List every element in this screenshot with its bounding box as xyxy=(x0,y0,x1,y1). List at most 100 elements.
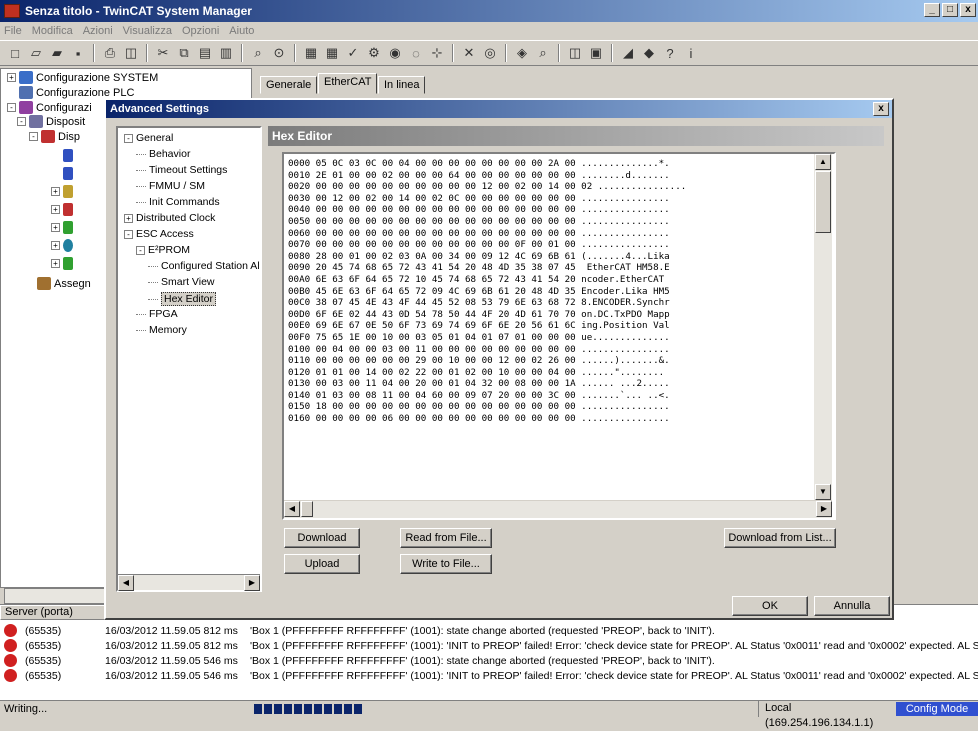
tree-item-mappings[interactable]: Assegn xyxy=(37,277,91,290)
window-title-bar[interactable]: Senza titolo - TwinCAT System Manager _ … xyxy=(0,0,978,22)
hex-line[interactable]: 00C0 38 07 45 4E 43 4F 44 45 52 08 53 79… xyxy=(288,297,686,309)
open-folder-icon[interactable]: ▰ xyxy=(48,44,66,62)
hex-line[interactable]: 0070 00 00 00 00 00 00 00 00 00 00 00 00… xyxy=(288,239,686,251)
log-row[interactable]: (65535) 16/03/2012 11.59.05 812 ms 'Box 1 … xyxy=(0,638,978,653)
hex-line[interactable]: 0040 00 00 00 00 00 00 00 00 00 00 00 00… xyxy=(288,204,686,216)
settings-tree-item[interactable]: Behavior xyxy=(136,148,190,160)
tree-item-box[interactable]: + xyxy=(51,239,76,252)
scroll-left-icon[interactable]: ◀ xyxy=(284,501,300,517)
tree-item-image[interactable] xyxy=(63,149,76,162)
tree-expander[interactable]: - xyxy=(17,117,26,126)
tab-general[interactable]: Generale xyxy=(260,76,318,94)
tree-item-outputs[interactable]: + xyxy=(51,203,76,216)
scroll-left-icon[interactable]: ◀ xyxy=(118,575,134,591)
print-icon[interactable]: ⎙ xyxy=(101,44,119,62)
menu-actions[interactable]: Azioni xyxy=(83,25,113,37)
paste-icon[interactable]: ▤ xyxy=(196,44,214,62)
tree-item-system-config[interactable]: + Configurazione SYSTEM xyxy=(7,71,158,84)
hex-line[interactable]: 00E0 69 6E 67 0E 50 6F 73 69 74 69 6F 6E… xyxy=(288,320,686,332)
cut-icon[interactable]: ✂ xyxy=(154,44,172,62)
tree-expander[interactable]: - xyxy=(136,245,145,255)
hex-line[interactable]: 00B0 45 6E 63 6F 64 65 72 09 4C 69 6B 61… xyxy=(288,286,686,298)
log-column-header[interactable]: Server (porta) xyxy=(0,605,120,620)
info-icon[interactable]: i xyxy=(682,44,700,62)
hex-line[interactable]: 0050 00 00 00 00 00 00 00 00 00 00 00 00… xyxy=(288,216,686,228)
tree-item-device[interactable]: - Disp xyxy=(29,130,80,143)
hex-line[interactable]: 0100 00 04 00 00 03 00 11 00 00 00 00 00… xyxy=(288,344,686,356)
open-icon[interactable]: ▱ xyxy=(27,44,45,62)
zoom-icon[interactable]: ⌕ xyxy=(534,44,552,62)
menu-options[interactable]: Opzioni xyxy=(182,25,219,37)
tree-expander[interactable]: - xyxy=(124,133,133,143)
hex-content[interactable]: 0000 05 0C 03 0C 00 04 00 00 00 00 00 00… xyxy=(288,158,686,425)
new-icon[interactable]: □ xyxy=(6,44,24,62)
tree-expander[interactable]: + xyxy=(51,241,60,250)
settings-icon[interactable]: ◆ xyxy=(640,44,658,62)
menu-edit[interactable]: Modifica xyxy=(32,25,73,37)
scroll-right-icon[interactable]: ▶ xyxy=(816,501,832,517)
log-row[interactable]: (65535) 16/03/2012 11.59.05 812 ms 'Box 1 … xyxy=(0,623,715,638)
close-button[interactable]: x xyxy=(960,3,976,17)
view-icon[interactable]: ◈ xyxy=(513,44,531,62)
tree-expander[interactable]: + xyxy=(51,259,60,268)
tree-item-image-info[interactable] xyxy=(63,167,76,180)
scroll-thumb[interactable] xyxy=(815,171,831,233)
cancel-button[interactable]: Annulla xyxy=(814,596,890,616)
menu-help[interactable]: Aiuto xyxy=(229,25,254,37)
settings-tree-item[interactable]: - E²PROM xyxy=(136,244,190,256)
hex-line[interactable]: 0060 00 00 00 00 00 00 00 00 00 00 00 00… xyxy=(288,228,686,240)
scroll-up-icon[interactable]: ▲ xyxy=(815,154,831,170)
hex-line[interactable]: 0030 00 12 00 02 00 14 00 02 0C 00 00 00… xyxy=(288,193,686,205)
scroll-right-icon[interactable]: ▶ xyxy=(244,575,260,591)
dialog-title-bar[interactable]: Advanced Settings xyxy=(106,100,892,118)
scroll-down-icon[interactable]: ▼ xyxy=(815,484,831,500)
tree-expander[interactable]: + xyxy=(124,213,133,223)
download-button[interactable]: Download xyxy=(284,528,360,548)
network-icon[interactable]: ▦ xyxy=(302,44,320,62)
hex-line[interactable]: 0020 00 00 00 00 00 00 00 00 00 00 12 00… xyxy=(288,181,686,193)
tree-expander[interactable]: + xyxy=(51,223,60,232)
write-to-file-button[interactable]: Write to File... xyxy=(400,554,492,574)
settings-tree-item[interactable]: - ESC Access xyxy=(124,228,194,240)
tree-expander[interactable]: + xyxy=(51,187,60,196)
find-next-icon[interactable]: ⊙ xyxy=(270,44,288,62)
upload-button[interactable]: Upload xyxy=(284,554,360,574)
tree-item-devices[interactable]: - Disposit xyxy=(17,115,85,128)
tree-expander[interactable]: - xyxy=(7,103,16,112)
settings-tree-item[interactable]: FMMU / SM xyxy=(136,180,205,192)
read-from-file-button[interactable]: Read from File... xyxy=(400,528,492,548)
download-from-list-button[interactable]: Download from List... xyxy=(724,528,836,548)
settings-tree-item[interactable]: + Distributed Clock xyxy=(124,212,215,224)
help-icon[interactable]: ? xyxy=(661,44,679,62)
boxes-icon[interactable]: ◢ xyxy=(619,44,637,62)
hex-line[interactable]: 0130 00 03 00 11 04 00 20 00 01 04 32 00… xyxy=(288,378,686,390)
find-icon[interactable]: ⌕ xyxy=(249,44,267,62)
tree-item-inputs[interactable]: + xyxy=(51,185,76,198)
restart-icon[interactable]: ◌ xyxy=(407,44,425,62)
hex-view[interactable]: 0000 05 0C 03 0C 00 04 00 00 00 00 00 00… xyxy=(282,152,836,520)
menu-view[interactable]: Visualizza xyxy=(123,25,172,37)
hex-vertical-scrollbar[interactable]: ▲ ▼ xyxy=(814,154,832,500)
log-row[interactable]: (65535) 16/03/2012 11.59.05 546 ms 'Box 1 … xyxy=(0,668,978,683)
settings-tree-item[interactable]: FPGA xyxy=(136,308,178,320)
target-icon[interactable]: ◎ xyxy=(481,44,499,62)
settings-tree-item[interactable]: Configured Station Alias xyxy=(148,260,260,272)
settings-tree-scrollbar[interactable]: ◀ ▶ xyxy=(118,574,260,591)
tree-expander[interactable]: + xyxy=(51,205,60,214)
append-icon[interactable]: ▦ xyxy=(323,44,341,62)
settings-tree-item[interactable]: - General xyxy=(124,132,173,144)
settings-tree-item[interactable]: Hex Editor xyxy=(148,292,217,306)
config-icon[interactable]: ✕ xyxy=(460,44,478,62)
hex-line[interactable]: 0080 28 00 01 00 02 03 0A 00 34 00 09 12… xyxy=(288,251,686,263)
hex-line[interactable]: 0110 00 00 00 00 00 00 29 00 10 00 00 12… xyxy=(288,355,686,367)
print-preview-icon[interactable]: ◫ xyxy=(122,44,140,62)
save-icon[interactable]: ▪ xyxy=(69,44,87,62)
settings-tree-item[interactable]: Timeout Settings xyxy=(136,164,227,176)
tree-expander[interactable]: + xyxy=(7,73,16,82)
scan-icon[interactable]: ⊹ xyxy=(428,44,446,62)
hex-line[interactable]: 0160 00 00 00 00 06 00 00 00 00 00 00 00… xyxy=(288,413,686,425)
settings-tree[interactable]: - General Behavior Timeout Settings FMMU / S… xyxy=(116,126,262,592)
scroll-thumb[interactable] xyxy=(301,501,313,517)
settings-tree-item[interactable]: Smart View xyxy=(148,276,215,288)
hex-line[interactable]: 00F0 75 65 1E 00 10 00 03 05 01 04 01 07… xyxy=(288,332,686,344)
